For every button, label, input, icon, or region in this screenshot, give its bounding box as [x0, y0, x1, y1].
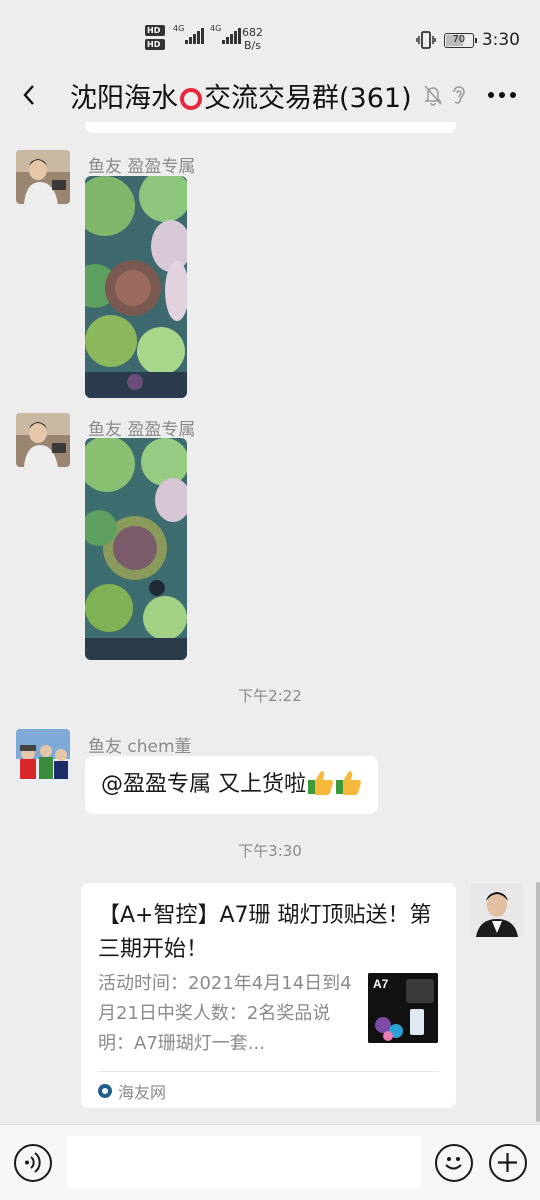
- net-speed-value: 682: [242, 26, 263, 39]
- status-bar: HD HD 4G 4G 682 B/s 70 3:30: [0, 0, 540, 70]
- emoji-icon: [445, 1157, 462, 1170]
- battery-icon: 70: [443, 32, 477, 48]
- link-card-thumbnail: A7: [368, 973, 438, 1043]
- link-card-title: 【A+智控】A7珊 瑚灯顶贴送！第三期开始！: [98, 903, 432, 962]
- coral-photo[interactable]: [85, 438, 187, 660]
- my-avatar[interactable]: [470, 883, 524, 937]
- more-icon[interactable]: [488, 92, 516, 100]
- thumbnail-label: A7: [373, 977, 389, 991]
- emoji-button[interactable]: [435, 1144, 473, 1182]
- earpiece-icon: [453, 86, 465, 104]
- previous-message-bubble[interactable]: [85, 122, 456, 133]
- chat-title-part-1: 沈阳海水: [70, 83, 178, 114]
- chat-area[interactable]: 鱼友 盈盈专属 鱼友 盈盈专属 下午2:22 鱼友 chem董 @盈盈专属 又上…: [0, 122, 540, 1124]
- hd-badge-2: HD: [145, 39, 165, 50]
- add-icon: [498, 1153, 517, 1172]
- source-name: 海友网: [118, 1083, 167, 1102]
- signal-indicators: 4G 4G: [173, 24, 241, 44]
- vibrate-icon: [416, 31, 436, 49]
- message-sender: 鱼友 盈盈专属: [88, 157, 196, 177]
- chat-title-part-2: 交流交易群(361): [204, 83, 412, 114]
- hd-indicators: HD HD: [145, 25, 165, 50]
- thumbs-up-icon: [308, 771, 333, 795]
- mute-bell-icon: [424, 85, 442, 106]
- link-card-source: 海友网: [98, 1079, 166, 1103]
- red-circle-emoji-icon: [180, 88, 202, 110]
- message-sender: 鱼友 盈盈专属: [88, 420, 196, 440]
- text-message-bubble[interactable]: @盈盈专属 又上货啦: [85, 756, 378, 814]
- add-button[interactable]: [489, 1144, 527, 1182]
- source-logo-icon: [98, 1084, 112, 1098]
- battery-level: 70: [452, 33, 466, 45]
- message-input[interactable]: [66, 1136, 422, 1188]
- voice-button[interactable]: [14, 1144, 52, 1182]
- scrollbar[interactable]: [536, 882, 540, 1122]
- timestamp: 下午3:30: [238, 842, 302, 860]
- message-text: @盈盈专属 又上货啦: [101, 772, 306, 797]
- avatar[interactable]: [16, 413, 70, 467]
- hd-badge-1: HD: [145, 25, 165, 36]
- signal-1-icon: 4G: [173, 24, 204, 44]
- network-label-1: 4G: [173, 24, 185, 33]
- coral-photo[interactable]: [85, 176, 187, 398]
- net-speed: 682 B/s: [242, 26, 263, 52]
- signal-2-icon: 4G: [210, 24, 241, 44]
- chat-header: 沈阳海水 交流交易群(361): [0, 70, 540, 122]
- link-card-description: 活动时间：2021年4月14日到4月21日中奖人数：2名奖品说明：A7珊瑚灯一套…: [98, 973, 352, 1054]
- avatar[interactable]: [16, 729, 70, 783]
- link-card[interactable]: 【A+智控】A7珊 瑚灯顶贴送！第三期开始！ 活动时间：2021年4月14日到4…: [81, 883, 456, 1108]
- input-bar: [0, 1124, 540, 1200]
- thumbs-up-icon: [336, 771, 361, 795]
- message-sender: 鱼友 chem董: [88, 737, 192, 757]
- voice-icon: [25, 1152, 41, 1173]
- network-label-2: 4G: [210, 24, 222, 33]
- back-arrow-icon[interactable]: [16, 80, 46, 110]
- timestamp: 下午2:22: [238, 687, 302, 705]
- net-speed-unit: B/s: [244, 39, 261, 52]
- chat-title: 沈阳海水 交流交易群(361): [70, 76, 412, 115]
- status-time: 3:30: [481, 30, 520, 50]
- avatar[interactable]: [16, 150, 70, 204]
